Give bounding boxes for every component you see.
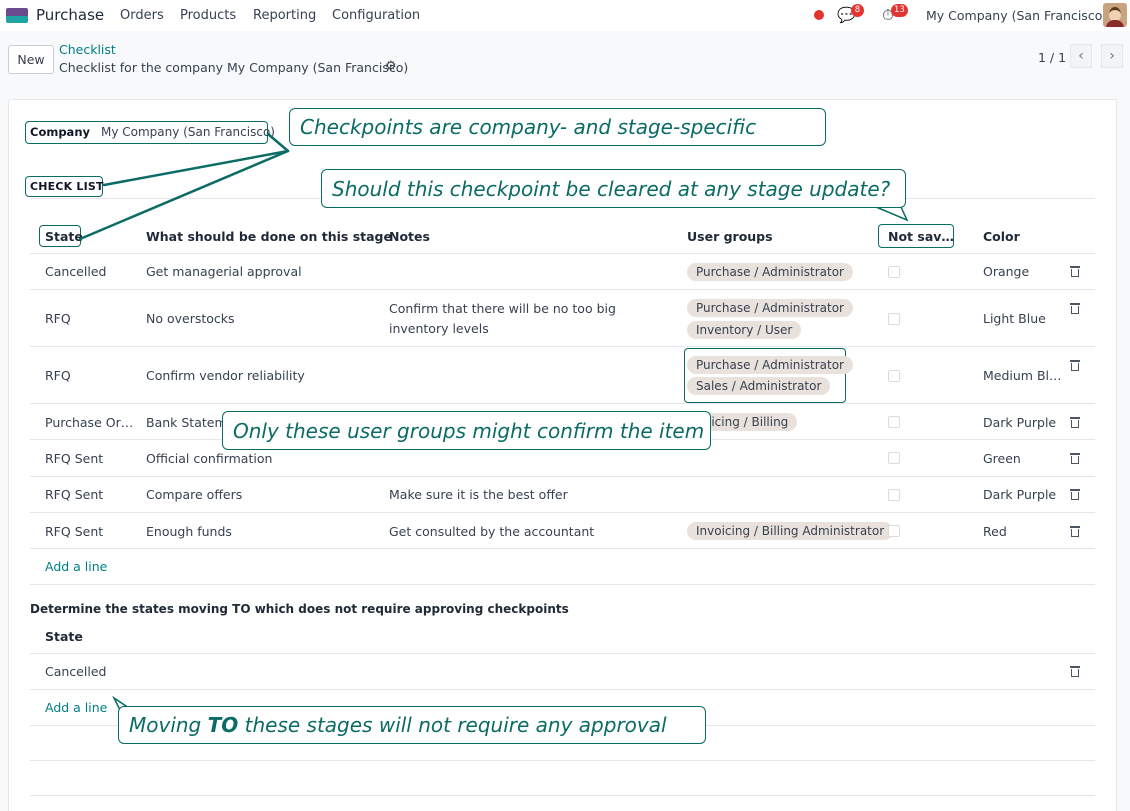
user-group-tag[interactable]: Invoicing / Billing Administrator	[687, 522, 894, 540]
pager-next-button[interactable]: ›	[1101, 44, 1123, 68]
menu-products[interactable]: Products	[180, 8, 236, 23]
row-color[interactable]: Medium Bl…	[983, 368, 1062, 383]
checklist-section-title: CHECK LIST	[30, 180, 104, 193]
row-notes[interactable]: Get consulted by the accountant	[389, 524, 594, 539]
user-avatar[interactable]	[1103, 3, 1127, 27]
user-group-tag[interactable]: Purchase / Administrator	[687, 263, 853, 281]
record-title: Checklist for the company My Company (Sa…	[59, 60, 409, 75]
activities-count-badge: 13	[891, 4, 908, 17]
row-state[interactable]: RFQ	[45, 311, 71, 326]
row-color[interactable]: Green	[983, 451, 1021, 466]
callout-moving-pre: Moving	[129, 713, 208, 737]
row-divider	[30, 760, 1095, 761]
delete-row-trash-icon[interactable]	[1070, 526, 1080, 537]
col-notes-header[interactable]: Notes	[389, 229, 430, 244]
row-divider	[30, 289, 1095, 290]
row-color[interactable]: Dark Purple	[983, 415, 1056, 430]
row-task[interactable]: Bank Statem	[146, 415, 227, 430]
callout-moving-bold: TO	[207, 713, 239, 737]
not-saved-checkbox[interactable]	[888, 489, 900, 501]
row-divider	[30, 403, 1095, 404]
row-task[interactable]: Compare offers	[146, 487, 242, 502]
recording-indicator-icon[interactable]	[814, 10, 824, 20]
add-checklist-line-link[interactable]: Add a line	[45, 559, 107, 574]
company-label: Company	[30, 125, 90, 139]
delete-row-trash-icon[interactable]	[1070, 453, 1080, 464]
delete-row-trash-icon[interactable]	[1070, 666, 1080, 677]
user-group-tag[interactable]: Purchase / Administrator	[687, 299, 853, 317]
callout-moving-to: Moving TO these stages will not require …	[118, 706, 706, 744]
no-approval-state-row[interactable]: Cancelled	[45, 664, 106, 679]
row-state[interactable]: RFQ Sent	[45, 524, 103, 539]
company-switcher[interactable]: My Company (San Francisco)	[926, 8, 1107, 23]
user-group-tag[interactable]: Sales / Administrator	[687, 377, 831, 395]
delete-row-trash-icon[interactable]	[1070, 417, 1080, 428]
row-task[interactable]: Official confirmation	[146, 451, 272, 466]
row-color[interactable]: Light Blue	[983, 311, 1046, 326]
user-group-tag[interactable]: Inventory / User	[687, 321, 802, 339]
row-color[interactable]: Orange	[983, 264, 1029, 279]
row-state[interactable]: Cancelled	[45, 264, 106, 279]
purchase-app-icon[interactable]	[6, 8, 28, 23]
delete-row-trash-icon[interactable]	[1070, 360, 1080, 371]
delete-row-trash-icon[interactable]	[1070, 303, 1080, 314]
breadcrumb-checklist-link[interactable]: Checklist	[59, 42, 116, 57]
row-state[interactable]: RFQ	[45, 368, 71, 383]
pager-previous-button[interactable]: ‹	[1070, 44, 1092, 68]
row-state[interactable]: Purchase Or…	[45, 415, 133, 430]
row-divider	[30, 689, 1095, 690]
user-group-tag[interactable]: Purchase / Administrator	[687, 356, 853, 374]
col-user-groups-header[interactable]: User groups	[687, 229, 773, 244]
not-saved-checkbox[interactable]	[888, 313, 900, 325]
not-saved-checkbox[interactable]	[888, 416, 900, 428]
no-approval-section-title: Determine the states moving TO which doe…	[30, 602, 569, 616]
company-field[interactable]: My Company (San Francisco)	[101, 125, 275, 139]
row-task[interactable]: No overstocks	[146, 311, 235, 326]
row-color[interactable]: Red	[983, 524, 1007, 539]
col-task-header[interactable]: What should be done on this stage	[146, 229, 392, 244]
menu-reporting[interactable]: Reporting	[253, 8, 316, 23]
add-state-line-link[interactable]: Add a line	[45, 700, 107, 715]
not-saved-checkbox[interactable]	[888, 370, 900, 382]
row-task[interactable]: Enough funds	[146, 524, 232, 539]
delete-row-trash-icon[interactable]	[1070, 489, 1080, 500]
callout-user-groups: Only these user groups might confirm the…	[222, 411, 711, 450]
row-task[interactable]: Confirm vendor reliability	[146, 368, 305, 383]
row-notes[interactable]: Confirm that there will be no too big in…	[389, 299, 679, 339]
gear-icon[interactable]: ⚙	[385, 59, 397, 74]
menu-configuration[interactable]: Configuration	[332, 8, 420, 23]
callout-company-stage: Checkpoints are company- and stage-speci…	[289, 108, 826, 146]
not-saved-checkbox[interactable]	[888, 452, 900, 464]
row-divider	[30, 548, 1095, 549]
app-name[interactable]: Purchase	[36, 6, 104, 24]
callout-not-saved: Should this checkpoint be cleared at any…	[321, 169, 906, 208]
menu-orders[interactable]: Orders	[120, 8, 164, 23]
table-end-divider	[30, 584, 1095, 585]
pager-value[interactable]: 1 / 1	[1038, 50, 1066, 65]
col-not-saved-header[interactable]: Not sav…	[888, 229, 954, 244]
no-approval-state-header[interactable]: State	[45, 629, 83, 644]
col-color-header[interactable]: Color	[983, 229, 1020, 244]
no-approval-header-divider	[30, 653, 1095, 654]
not-saved-checkbox[interactable]	[888, 525, 900, 537]
row-divider	[30, 795, 1095, 796]
table-header-divider	[30, 253, 1095, 254]
row-state[interactable]: RFQ Sent	[45, 487, 103, 502]
messages-count-badge: 8	[851, 4, 864, 17]
row-state[interactable]: RFQ Sent	[45, 451, 103, 466]
not-saved-checkbox[interactable]	[888, 266, 900, 278]
callout-moving-post: these stages will not require any approv…	[238, 713, 667, 737]
col-state-header[interactable]: State	[45, 229, 83, 244]
row-divider	[30, 512, 1095, 513]
row-divider	[30, 346, 1095, 347]
row-color[interactable]: Dark Purple	[983, 487, 1056, 502]
top-navbar: Purchase Orders Products Reporting Confi…	[0, 0, 1130, 31]
row-divider	[30, 476, 1095, 477]
row-notes[interactable]: Make sure it is the best offer	[389, 487, 568, 502]
delete-row-trash-icon[interactable]	[1070, 266, 1080, 277]
new-button[interactable]: New	[8, 45, 54, 74]
row-task[interactable]: Get managerial approval	[146, 264, 302, 279]
